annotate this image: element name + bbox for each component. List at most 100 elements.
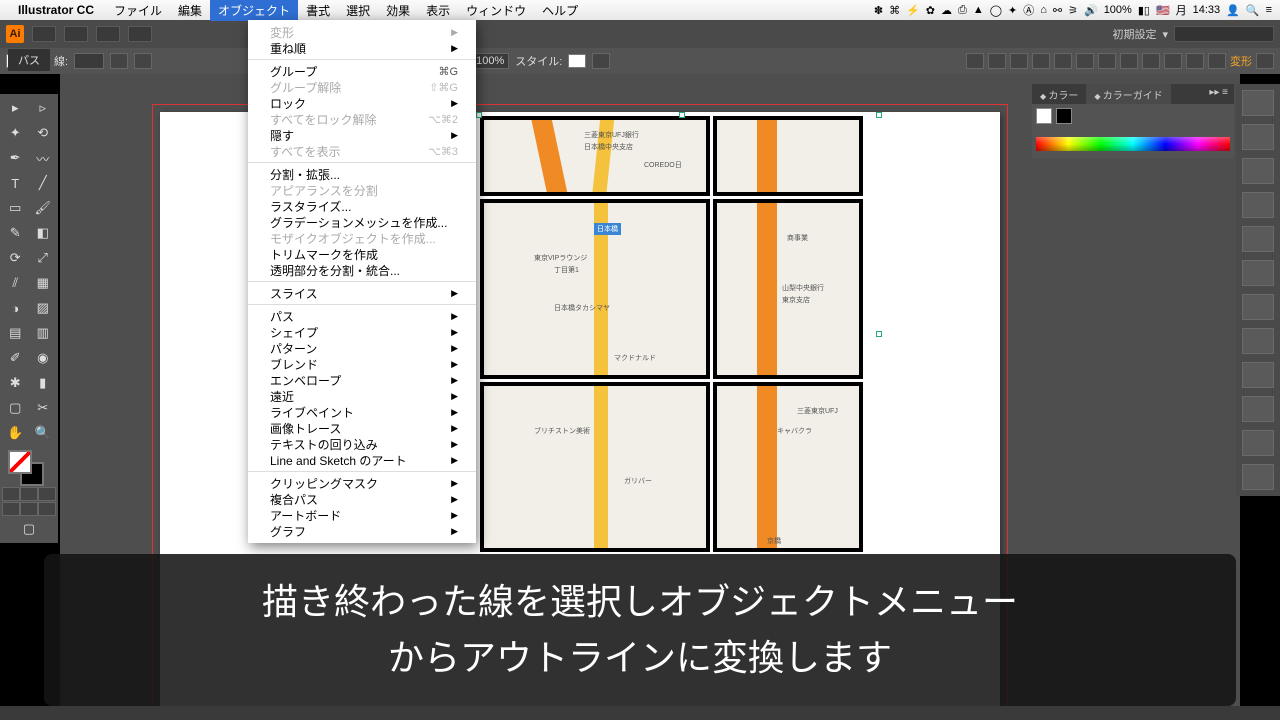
dock-icon[interactable] — [1242, 294, 1274, 320]
dock-icon[interactable] — [1242, 192, 1274, 218]
recolor-icon[interactable] — [592, 53, 610, 69]
menu-item[interactable]: スライス▶ — [248, 285, 476, 301]
type-tool[interactable]: T — [2, 171, 29, 195]
graph-tool[interactable]: ▮ — [30, 371, 57, 395]
dock-icon[interactable] — [1242, 226, 1274, 252]
menu-item[interactable]: グラフ▶ — [248, 523, 476, 539]
menu-effect[interactable]: 効果 — [378, 0, 418, 21]
draw-mode[interactable] — [2, 502, 20, 516]
brush-def[interactable] — [134, 53, 152, 69]
map-tile[interactable] — [713, 116, 863, 196]
stock-icon[interactable] — [64, 26, 88, 42]
menu-view[interactable]: 表示 — [418, 0, 458, 21]
paintbrush-tool[interactable]: 🖌 — [30, 196, 57, 220]
dock-icon[interactable] — [1242, 158, 1274, 184]
menu-file[interactable]: ファイル — [106, 0, 170, 21]
gradient-mode[interactable] — [20, 487, 38, 501]
blend-tool[interactable]: ◉ — [30, 346, 57, 370]
selection-handle[interactable] — [876, 331, 882, 337]
menu-item[interactable]: 隠す▶ — [248, 127, 476, 143]
menu-item[interactable]: アートボード▶ — [248, 507, 476, 523]
none-mode[interactable] — [38, 487, 56, 501]
panel-collapse-icon[interactable]: ▸▸ ≡ — [1203, 84, 1234, 104]
line-tool[interactable]: ╱ — [30, 171, 57, 195]
dock-icon[interactable] — [1242, 328, 1274, 354]
menu-item[interactable]: エンベロープ▶ — [248, 372, 476, 388]
screen-mode[interactable]: ▢ — [2, 517, 56, 541]
menu-item[interactable]: 分割・拡張... — [248, 166, 476, 182]
pen-tool[interactable]: ✒ — [2, 146, 29, 170]
fill-preview[interactable] — [1036, 108, 1052, 124]
stroke-weight-field[interactable] — [74, 53, 104, 69]
menu-item[interactable]: ラスタライズ... — [248, 198, 476, 214]
menu-help[interactable]: ヘルプ — [534, 0, 586, 21]
align-icon[interactable] — [966, 53, 984, 69]
align-icon[interactable] — [1032, 53, 1050, 69]
color-guide-tab[interactable]: カラーガイド — [1086, 84, 1170, 104]
style-swatch[interactable] — [568, 54, 586, 68]
menu-item[interactable]: グループ⌘G — [248, 63, 476, 79]
map-selection[interactable]: 三菱東京UFJ銀行 日本橋中央支店 COREDO日 日本橋 東京VIPラウンジ … — [480, 116, 878, 546]
selection-handle[interactable] — [876, 112, 882, 118]
transform-icon[interactable] — [1256, 53, 1274, 69]
spectrum-picker[interactable] — [1036, 137, 1230, 151]
scale-tool[interactable]: ⤢ — [30, 246, 57, 270]
arrange-icon[interactable] — [128, 26, 152, 42]
rectangle-tool[interactable]: ▭ — [2, 196, 29, 220]
selection-handle[interactable] — [476, 112, 482, 118]
artboard-tool[interactable]: ▢ — [2, 396, 29, 420]
dock-icon[interactable] — [1242, 464, 1274, 490]
perspective-tool[interactable]: ▨ — [30, 296, 57, 320]
menu-item[interactable]: パス▶ — [248, 308, 476, 324]
width-tool[interactable]: ⫽ — [2, 271, 29, 295]
menu-item[interactable]: テキストの回り込み▶ — [248, 436, 476, 452]
app-name[interactable]: Illustrator CC — [18, 3, 94, 17]
dock-icon[interactable] — [1242, 124, 1274, 150]
align-icon[interactable] — [1164, 53, 1182, 69]
menu-item[interactable]: ロック▶ — [248, 95, 476, 111]
search-input[interactable] — [1174, 26, 1274, 42]
stroke-preview[interactable] — [1056, 108, 1072, 124]
spotlight-icon[interactable]: 🔍 — [1246, 4, 1260, 17]
menu-item[interactable]: 重ね順▶ — [248, 40, 476, 56]
align-icon[interactable] — [1010, 53, 1028, 69]
map-tile[interactable]: 日本橋 東京VIPラウンジ 丁目第1 日本橋タカシマヤ マクドナルド — [480, 199, 710, 379]
menu-item[interactable]: 画像トレース▶ — [248, 420, 476, 436]
menu-item[interactable]: トリムマークを作成 — [248, 246, 476, 262]
menu-window[interactable]: ウィンドウ — [458, 0, 534, 21]
arrange-icon[interactable] — [96, 26, 120, 42]
map-tile[interactable]: 商事業 山梨中央銀行 東京支店 — [713, 199, 863, 379]
direct-selection-tool[interactable]: ▹ — [30, 96, 57, 120]
stroke-profile[interactable] — [110, 53, 128, 69]
mesh-tool[interactable]: ▤ — [2, 321, 29, 345]
map-tile[interactable]: 三菱東京UFJ銀行 日本橋中央支店 COREDO日 — [480, 116, 710, 196]
menu-item[interactable]: グラデーションメッシュを作成... — [248, 214, 476, 230]
document-tab[interactable]: パス — [8, 48, 50, 71]
pencil-tool[interactable]: ✎ — [2, 221, 29, 245]
menu-item[interactable]: クリッピングマスク▶ — [248, 475, 476, 491]
dock-icon[interactable] — [1242, 90, 1274, 116]
menu-item[interactable]: ブレンド▶ — [248, 356, 476, 372]
rotate-tool[interactable]: ⟳ — [2, 246, 29, 270]
menu-type[interactable]: 書式 — [298, 0, 338, 21]
opacity-field[interactable]: 100% — [471, 53, 509, 69]
menu-item[interactable]: シェイプ▶ — [248, 324, 476, 340]
map-tile[interactable]: ブリチストン美術 ガリバー — [480, 382, 710, 552]
menu-item[interactable]: パターン▶ — [248, 340, 476, 356]
magic-wand-tool[interactable]: ✦ — [2, 121, 29, 145]
align-icon[interactable] — [1186, 53, 1204, 69]
slice-tool[interactable]: ✂ — [30, 396, 57, 420]
menu-item[interactable]: Line and Sketch のアート▶ — [248, 452, 476, 468]
color-mode[interactable] — [2, 487, 20, 501]
selection-handle[interactable] — [679, 112, 685, 118]
align-icon[interactable] — [1076, 53, 1094, 69]
menu-item[interactable]: ライブペイント▶ — [248, 404, 476, 420]
list-icon[interactable]: ≡ — [1266, 4, 1272, 16]
dock-icon[interactable] — [1242, 430, 1274, 456]
menu-item[interactable]: 遠近▶ — [248, 388, 476, 404]
align-icon[interactable] — [1142, 53, 1160, 69]
draw-mode[interactable] — [38, 502, 56, 516]
dock-icon[interactable] — [1242, 362, 1274, 388]
map-tile[interactable]: キャバクラ 三菱東京UFJ 京橋 — [713, 382, 863, 552]
dock-icon[interactable] — [1242, 260, 1274, 286]
